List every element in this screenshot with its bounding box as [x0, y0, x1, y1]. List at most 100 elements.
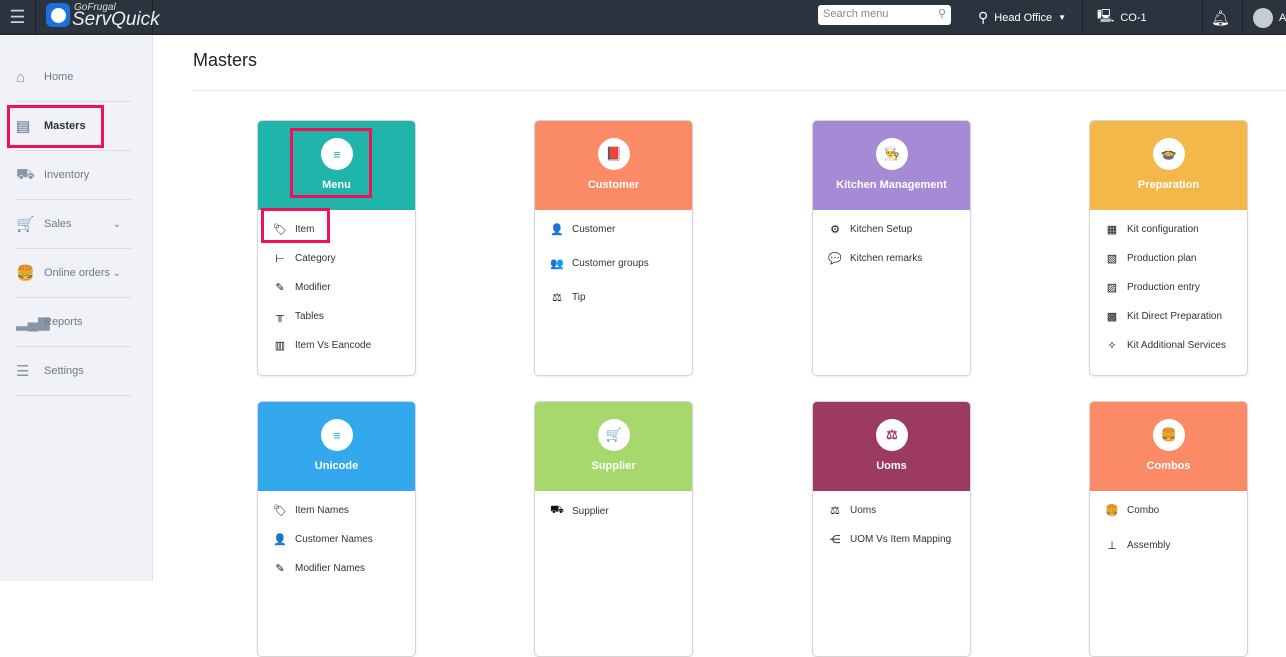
sidebar-item-online-orders[interactable]: 🍔 Online orders ⌄	[16, 249, 131, 298]
caret-down-icon: ▼	[1058, 13, 1067, 22]
user-menu[interactable]: A	[1253, 0, 1286, 35]
card-kitchen-management: 👨‍🍳 Kitchen Management ⚙ Kitchen Setup 💬 Kitc…	[812, 120, 971, 376]
card-header[interactable]: 👨‍🍳 Kitchen Management	[813, 121, 970, 210]
item-icon: ⚖	[830, 505, 840, 517]
sidebar-item-inventory[interactable]: ⛟ Inventory	[16, 151, 131, 200]
logo-product: ServQuick	[72, 9, 160, 30]
item-icon: ▩	[1106, 311, 1118, 323]
item-icon: ▦	[1106, 224, 1118, 236]
link-label: Item Names	[295, 505, 349, 516]
link-label: Modifier	[295, 282, 331, 293]
link-label: Tip	[572, 292, 586, 303]
card-header[interactable]: ⚖ Uoms	[813, 402, 970, 491]
menu-link-customer[interactable]: 👤 Customer	[550, 223, 615, 236]
location-dropdown[interactable]: ⚲ Head Office ▼	[978, 0, 1066, 35]
sidebar-item-reports[interactable]: ▂▄▆ Reports	[16, 298, 131, 347]
menu-link-customer-groups[interactable]: 👥 Customer groups	[550, 257, 649, 270]
bell-icon[interactable]: 🔔︎	[1211, 0, 1230, 35]
highlight-menu	[290, 128, 372, 198]
menu-link-item-vs-eancode[interactable]: ▥ Item Vs Eancode	[273, 339, 371, 352]
item-icon: 👤	[550, 224, 564, 236]
sidebar-item-label: Online orders	[44, 267, 111, 279]
card-header[interactable]: ≡ Unicode	[258, 402, 415, 491]
menu-link-kit-additional-services[interactable]: ✧ Kit Additional Services	[1105, 339, 1226, 352]
item-icon: 🏷	[273, 505, 287, 517]
menu-link-assembly[interactable]: ⊥ Assembly	[1105, 539, 1170, 552]
link-label: Kit Additional Services	[1127, 340, 1226, 351]
card-supplier: 🛒 Supplier ⛟ Supplier	[534, 401, 693, 657]
menu-link-kit-configuration[interactable]: ▦ Kit configuration	[1105, 223, 1199, 236]
counter-label: CO-1	[1120, 11, 1147, 24]
home-icon: ⌂	[16, 68, 26, 86]
menu-link-uom-vs-item-mapping[interactable]: ⋲ UOM Vs Item Mapping	[828, 533, 952, 546]
user-name: A	[1279, 11, 1286, 24]
menu-link-customer-names[interactable]: 👤 Customer Names	[273, 533, 373, 546]
item-icon: ✧	[1107, 340, 1117, 352]
item-icon: ▧	[1106, 253, 1118, 265]
divider	[193, 90, 1286, 91]
preparation-icon: 🍲	[1153, 138, 1185, 170]
sidebar-item-sales[interactable]: 🛒 Sales ⌄	[16, 200, 131, 249]
menu-link-modifier-names[interactable]: ✎ Modifier Names	[273, 562, 365, 575]
menu-link-item-names[interactable]: 🏷 Item Names	[273, 504, 349, 517]
item-icon: ✎	[275, 282, 285, 294]
sidebar-item-label: Settings	[44, 365, 84, 377]
menu-link-kitchen-remarks[interactable]: 💬 Kitchen remarks	[828, 252, 922, 265]
link-label: UOM Vs Item Mapping	[850, 534, 952, 545]
sidebar-item-settings[interactable]: ☰ Settings	[16, 347, 131, 396]
card-uoms: ⚖ Uoms ⚖ Uoms ⋲ UOM Vs Item Mapping	[812, 401, 971, 657]
computer-icon: 🖳	[1097, 7, 1115, 23]
counter-selector[interactable]: 🖳 CO-1	[1097, 0, 1147, 35]
menu-link-tables[interactable]: ╥ Tables	[273, 310, 324, 322]
card-preparation: 🍲 Preparation ▦ Kit configuration ▧ Productio…	[1089, 120, 1248, 376]
chevron-down-icon: ⌄	[112, 267, 121, 279]
menu-link-uoms[interactable]: ⚖ Uoms	[828, 504, 876, 517]
menu-link-production-plan[interactable]: ▧ Production plan	[1105, 252, 1197, 265]
menu-link-supplier[interactable]: ⛟ Supplier	[550, 504, 609, 518]
item-icon: ⊥	[1107, 540, 1117, 552]
highlight-masters	[7, 105, 104, 148]
link-label: Customer groups	[572, 258, 649, 269]
link-label: Kit Direct Preparation	[1127, 311, 1223, 322]
sales-icon: 🛒	[16, 216, 35, 233]
link-label: Modifier Names	[295, 563, 366, 574]
item-icon: ▨	[1106, 282, 1118, 294]
kitchen-management-icon: 👨‍🍳	[876, 138, 908, 170]
item-icon: ╥	[276, 310, 284, 322]
card-title: Uoms	[876, 460, 907, 472]
card-header[interactable]: 🍔 Combos	[1090, 402, 1247, 491]
menu-link-kit-direct-preparation[interactable]: ▩ Kit Direct Preparation	[1105, 310, 1222, 323]
card-header[interactable]: 📕 Customer	[535, 121, 692, 210]
supplier-icon: 🛒	[598, 419, 630, 451]
item-icon: 👥	[550, 258, 564, 270]
card-title: Unicode	[314, 460, 359, 472]
link-label: Category	[295, 253, 336, 264]
combos-icon: 🍔	[1153, 419, 1185, 451]
logo[interactable]: GoFrugal ServQuick	[36, 0, 160, 35]
menu-link-category[interactable]: ⊢ Category	[273, 252, 336, 265]
link-label: Kitchen Setup	[850, 224, 913, 235]
avatar	[1253, 7, 1273, 28]
sidebar-item-home[interactable]: ⌂ Home	[16, 53, 131, 102]
item-icon: ⋲	[829, 534, 841, 546]
card-title: Customer	[587, 179, 640, 191]
card-title: Supplier	[591, 460, 636, 472]
customer-icon: 📕	[598, 138, 630, 170]
card-customer: 📕 Customer 👤 Customer 👥 Customer groups ⚖ Tip	[534, 120, 693, 376]
menu-link-production-entry[interactable]: ▨ Production entry	[1105, 281, 1200, 294]
menu-link-modifier[interactable]: ✎ Modifier	[273, 281, 331, 294]
search-input[interactable]: Search menu ⚲	[818, 5, 951, 25]
item-icon: ⚙	[830, 224, 840, 236]
sidebar-item-label: Reports	[44, 316, 83, 328]
card-title: Combos	[1146, 460, 1191, 472]
card-header[interactable]: 🍲 Preparation	[1090, 121, 1247, 210]
menu-link-kitchen-setup[interactable]: ⚙ Kitchen Setup	[828, 223, 912, 236]
menu-link-combo[interactable]: 🍔 Combo	[1105, 504, 1159, 517]
menu-toggle-icon[interactable]: ☰	[0, 0, 36, 35]
menu-link-tip[interactable]: ⚖ Tip	[550, 291, 586, 304]
page-title: Masters	[193, 50, 258, 70]
highlight-item	[261, 208, 330, 243]
online-orders-icon: 🍔	[16, 265, 35, 282]
map-pin-icon: ⚲	[978, 9, 989, 25]
card-header[interactable]: 🛒 Supplier	[535, 402, 692, 491]
